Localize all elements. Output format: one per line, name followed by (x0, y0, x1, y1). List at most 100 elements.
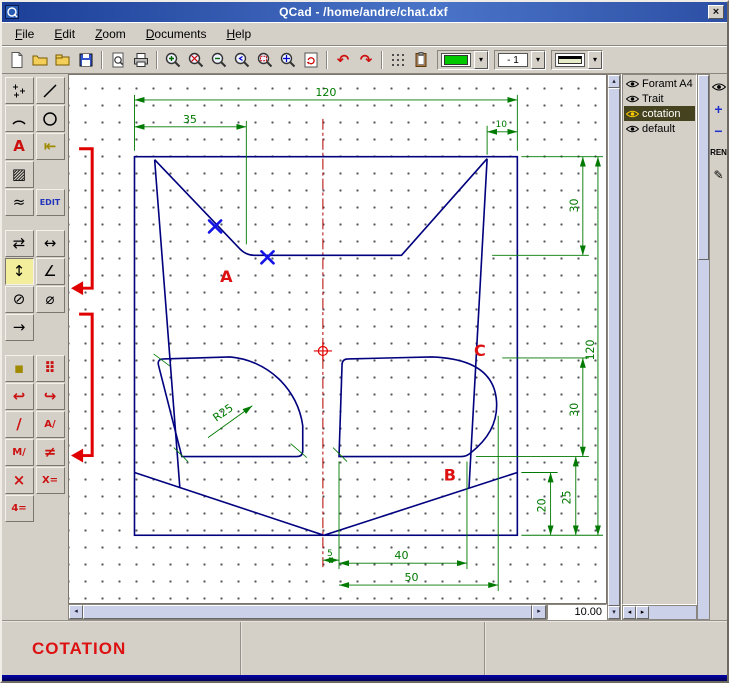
scroll-up-icon[interactable]: ▴ (608, 75, 620, 88)
cross-tool-button[interactable]: × (5, 467, 34, 494)
titlebar[interactable]: QCad - /home/andre/chat.dxf × (2, 2, 727, 22)
rename-layer-button[interactable]: REN (711, 145, 726, 160)
circle-tool-button[interactable] (36, 105, 65, 132)
arc-tool-button[interactable] (5, 105, 34, 132)
chevron-down-icon[interactable]: ▾ (588, 51, 602, 69)
bevel-tool-button[interactable]: 4= (5, 495, 34, 522)
move-tool-button[interactable]: M/ (5, 439, 34, 466)
line-tool-button[interactable] (36, 77, 65, 104)
clipboard-button[interactable] (410, 49, 432, 71)
zoom-in-icon (164, 51, 182, 69)
layer-item-format[interactable]: Foramt A4 (624, 76, 695, 91)
redo-button[interactable]: ↷ (355, 49, 377, 71)
zoom-window-button[interactable] (254, 49, 276, 71)
command-bar: COTATION (2, 620, 727, 675)
vertical-scrollbar[interactable]: ▴ ▾ (607, 74, 621, 620)
layer-name: default (642, 123, 675, 135)
menu-file[interactable]: File (6, 24, 43, 44)
edit-layer-button[interactable]: ✎ (711, 167, 726, 182)
measure-distance-button[interactable]: ⇄ (5, 230, 34, 257)
snap-entity-button[interactable]: ↪ (36, 383, 65, 410)
open-file-button[interactable] (29, 49, 51, 71)
point-label-c: C (474, 341, 486, 360)
dim-leader-button[interactable]: → (5, 314, 34, 341)
eye-icon[interactable] (626, 124, 639, 134)
add-layer-button[interactable]: + (711, 101, 726, 116)
save-button[interactable] (75, 49, 97, 71)
line-type-combo[interactable]: ▾ (551, 50, 603, 70)
zoom-out-button[interactable] (208, 49, 230, 71)
pen-color-combo[interactable]: ▾ (437, 50, 489, 70)
print-preview-button[interactable] (107, 49, 129, 71)
zoom-auto-button[interactable] (185, 49, 207, 71)
folder-icon (54, 51, 72, 69)
dim-height-120: 120 (584, 340, 597, 361)
dim-vertical-button[interactable]: ↕ (5, 258, 34, 285)
chevron-down-icon[interactable]: ▾ (474, 51, 488, 69)
snap-middle-button[interactable]: ∕ (5, 411, 34, 438)
floppy-disk-icon (77, 51, 95, 69)
hatch-tool-button[interactable]: ▨ (5, 161, 34, 188)
text-tool-button[interactable]: A (5, 133, 34, 160)
new-file-icon (8, 51, 26, 69)
grid-toggle-button[interactable] (387, 49, 409, 71)
menu-edit[interactable]: Edit (45, 24, 84, 44)
scroll-left-icon[interactable]: ◂ (623, 606, 636, 619)
layer-item-cotation[interactable]: cotation (624, 106, 695, 121)
zoom-previous-button[interactable] (231, 49, 253, 71)
toggle-layer-visibility-button[interactable] (711, 79, 726, 94)
toolbar-separator (326, 51, 328, 69)
menu-zoom[interactable]: Zoom (86, 24, 135, 44)
redraw-button[interactable] (300, 49, 322, 71)
command-line-cell[interactable]: COTATION (2, 622, 242, 675)
dim-diameter-button[interactable]: ⊘ (5, 286, 34, 313)
print-button[interactable] (130, 49, 152, 71)
scroll-left-icon[interactable]: ◂ (69, 605, 83, 619)
dim-width-35: 35 (183, 113, 197, 126)
drawing-area[interactable]: 120 35 10 30 120 30 25 20 40 50 5 R25 (68, 74, 607, 604)
open-folder-icon (31, 51, 49, 69)
scroll-down-icon[interactable]: ▾ (608, 606, 620, 619)
points-tool-button[interactable] (5, 77, 34, 104)
trim-tool-button[interactable]: ≠ (36, 439, 65, 466)
edit-attributes-button[interactable]: A/ (36, 411, 65, 438)
dim-horizontal-button[interactable]: ↔ (36, 230, 65, 257)
eye-icon[interactable] (626, 94, 639, 104)
dimension-note-tool-button[interactable]: ⇤ (36, 133, 65, 160)
vertical-scroll-thumb[interactable] (608, 88, 620, 606)
dim-angular-button[interactable]: ∠ (36, 258, 65, 285)
eye-icon[interactable] (626, 79, 639, 89)
zoom-in-button[interactable] (162, 49, 184, 71)
layer-item-default[interactable]: default (624, 121, 695, 136)
linetype-sample (558, 56, 582, 64)
horizontal-scroll-thumb[interactable] (83, 605, 532, 619)
layer-horizontal-scrollbar[interactable]: ◂ ▸ (622, 605, 697, 620)
menu-documents[interactable]: Documents (137, 24, 216, 44)
horizontal-scrollbar[interactable]: ◂ ▸ (68, 604, 547, 620)
spline-tool-button[interactable]: ≈ (5, 189, 34, 216)
undo-button[interactable]: ↶ (332, 49, 354, 71)
scroll-track[interactable] (649, 606, 696, 619)
zoom-pan-button[interactable] (277, 49, 299, 71)
remove-layer-button[interactable]: − (711, 123, 726, 138)
snap-free-button[interactable]: ▪ (5, 355, 34, 382)
dim-radius-button[interactable]: ⌀ (36, 286, 65, 313)
chevron-down-icon[interactable]: ▾ (531, 51, 545, 69)
new-file-button[interactable] (6, 49, 28, 71)
point-label-b: B (444, 466, 456, 485)
close-button[interactable]: × (708, 5, 724, 19)
snap-grid-button[interactable]: ⠿ (36, 355, 65, 382)
edit-tool-button[interactable]: EDIT (36, 189, 65, 216)
menu-help[interactable]: Help (217, 24, 260, 44)
close-file-button[interactable] (52, 49, 74, 71)
layer-item-trait[interactable]: Trait (624, 91, 695, 106)
eye-icon[interactable] (626, 109, 639, 119)
snap-endpoint-button[interactable]: ↩ (5, 383, 34, 410)
equidistant-tool-button[interactable]: X= (36, 467, 65, 494)
layer-vertical-scrollbar[interactable] (697, 74, 710, 620)
scroll-right-icon[interactable]: ▸ (532, 605, 546, 619)
pen-width-combo[interactable]: - 1 ▾ (494, 50, 546, 70)
scroll-right-icon[interactable]: ▸ (636, 606, 649, 619)
layer-scroll-thumb[interactable] (698, 75, 709, 260)
window-title: QCad - /home/andre/chat.dxf (23, 5, 704, 19)
